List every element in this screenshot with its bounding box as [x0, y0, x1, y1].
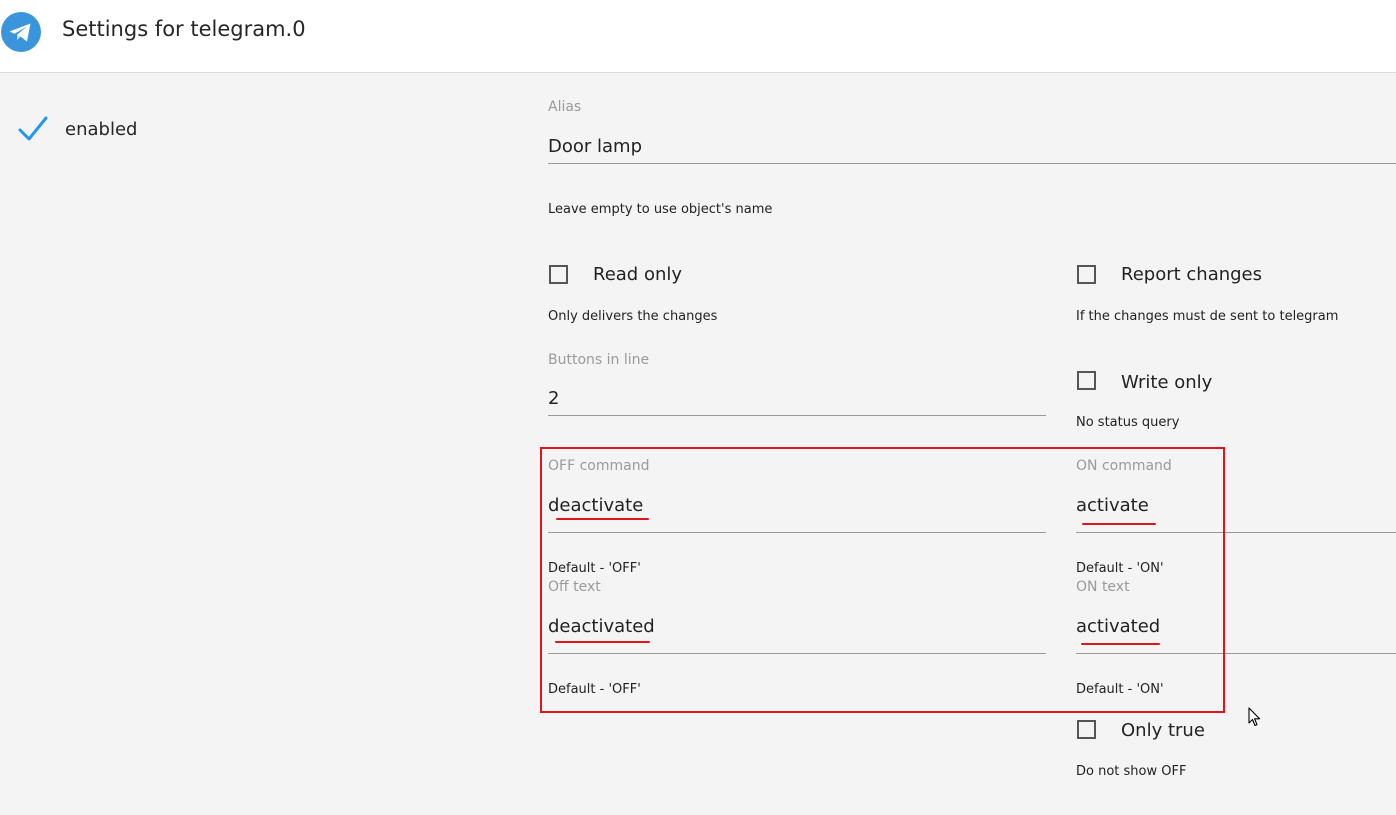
checkmark-icon	[18, 116, 48, 141]
read-only-label: Read only	[593, 264, 683, 285]
alias-help: Leave empty to use object's name	[548, 202, 773, 217]
annotation-underline-on-command	[1082, 523, 1156, 525]
only-true-label: Only true	[1121, 720, 1205, 741]
off-command-help: Default - 'OFF'	[548, 561, 641, 576]
on-text-help: Default - 'ON'	[1076, 682, 1164, 697]
alias-input[interactable]	[548, 130, 1396, 164]
buttons-in-line-label: Buttons in line	[548, 352, 650, 368]
write-only-checkbox-box[interactable]	[1077, 371, 1096, 390]
report-changes-help: If the changes must de sent to telegram	[1076, 309, 1339, 324]
alias-label: Alias	[548, 99, 582, 115]
read-only-help: Only delivers the changes	[548, 309, 718, 324]
only-true-checkbox-box[interactable]	[1077, 720, 1096, 739]
write-only-label: Write only	[1121, 372, 1213, 393]
enabled-label: enabled	[65, 119, 138, 140]
mouse-cursor-icon	[1248, 707, 1261, 727]
on-text-label: ON text	[1076, 579, 1130, 595]
only-true-help: Do not show OFF	[1076, 764, 1187, 779]
off-command-label: OFF command	[548, 458, 650, 474]
telegram-logo-icon	[1, 12, 41, 52]
report-changes-label: Report changes	[1121, 264, 1263, 285]
off-text-label: Off text	[548, 579, 601, 595]
on-text-input[interactable]	[1076, 610, 1396, 654]
off-command-input[interactable]	[548, 488, 1046, 533]
read-only-checkbox-box[interactable]	[549, 265, 568, 284]
annotation-underline-off-text	[555, 641, 650, 643]
on-command-input[interactable]	[1076, 488, 1396, 533]
buttons-in-line-input[interactable]	[548, 382, 1046, 416]
page-title: Settings for telegram.0	[62, 17, 306, 41]
write-only-help: No status query	[1076, 415, 1180, 430]
annotation-underline-on-text	[1081, 643, 1160, 645]
off-text-help: Default - 'OFF'	[548, 682, 641, 697]
on-command-help: Default - 'ON'	[1076, 561, 1164, 576]
annotation-underline-off-command	[556, 518, 649, 520]
off-text-input[interactable]	[548, 610, 1046, 654]
header-bar: Settings for telegram.0	[0, 0, 1396, 73]
on-command-label: ON command	[1076, 458, 1172, 474]
report-changes-checkbox-box[interactable]	[1077, 265, 1096, 284]
